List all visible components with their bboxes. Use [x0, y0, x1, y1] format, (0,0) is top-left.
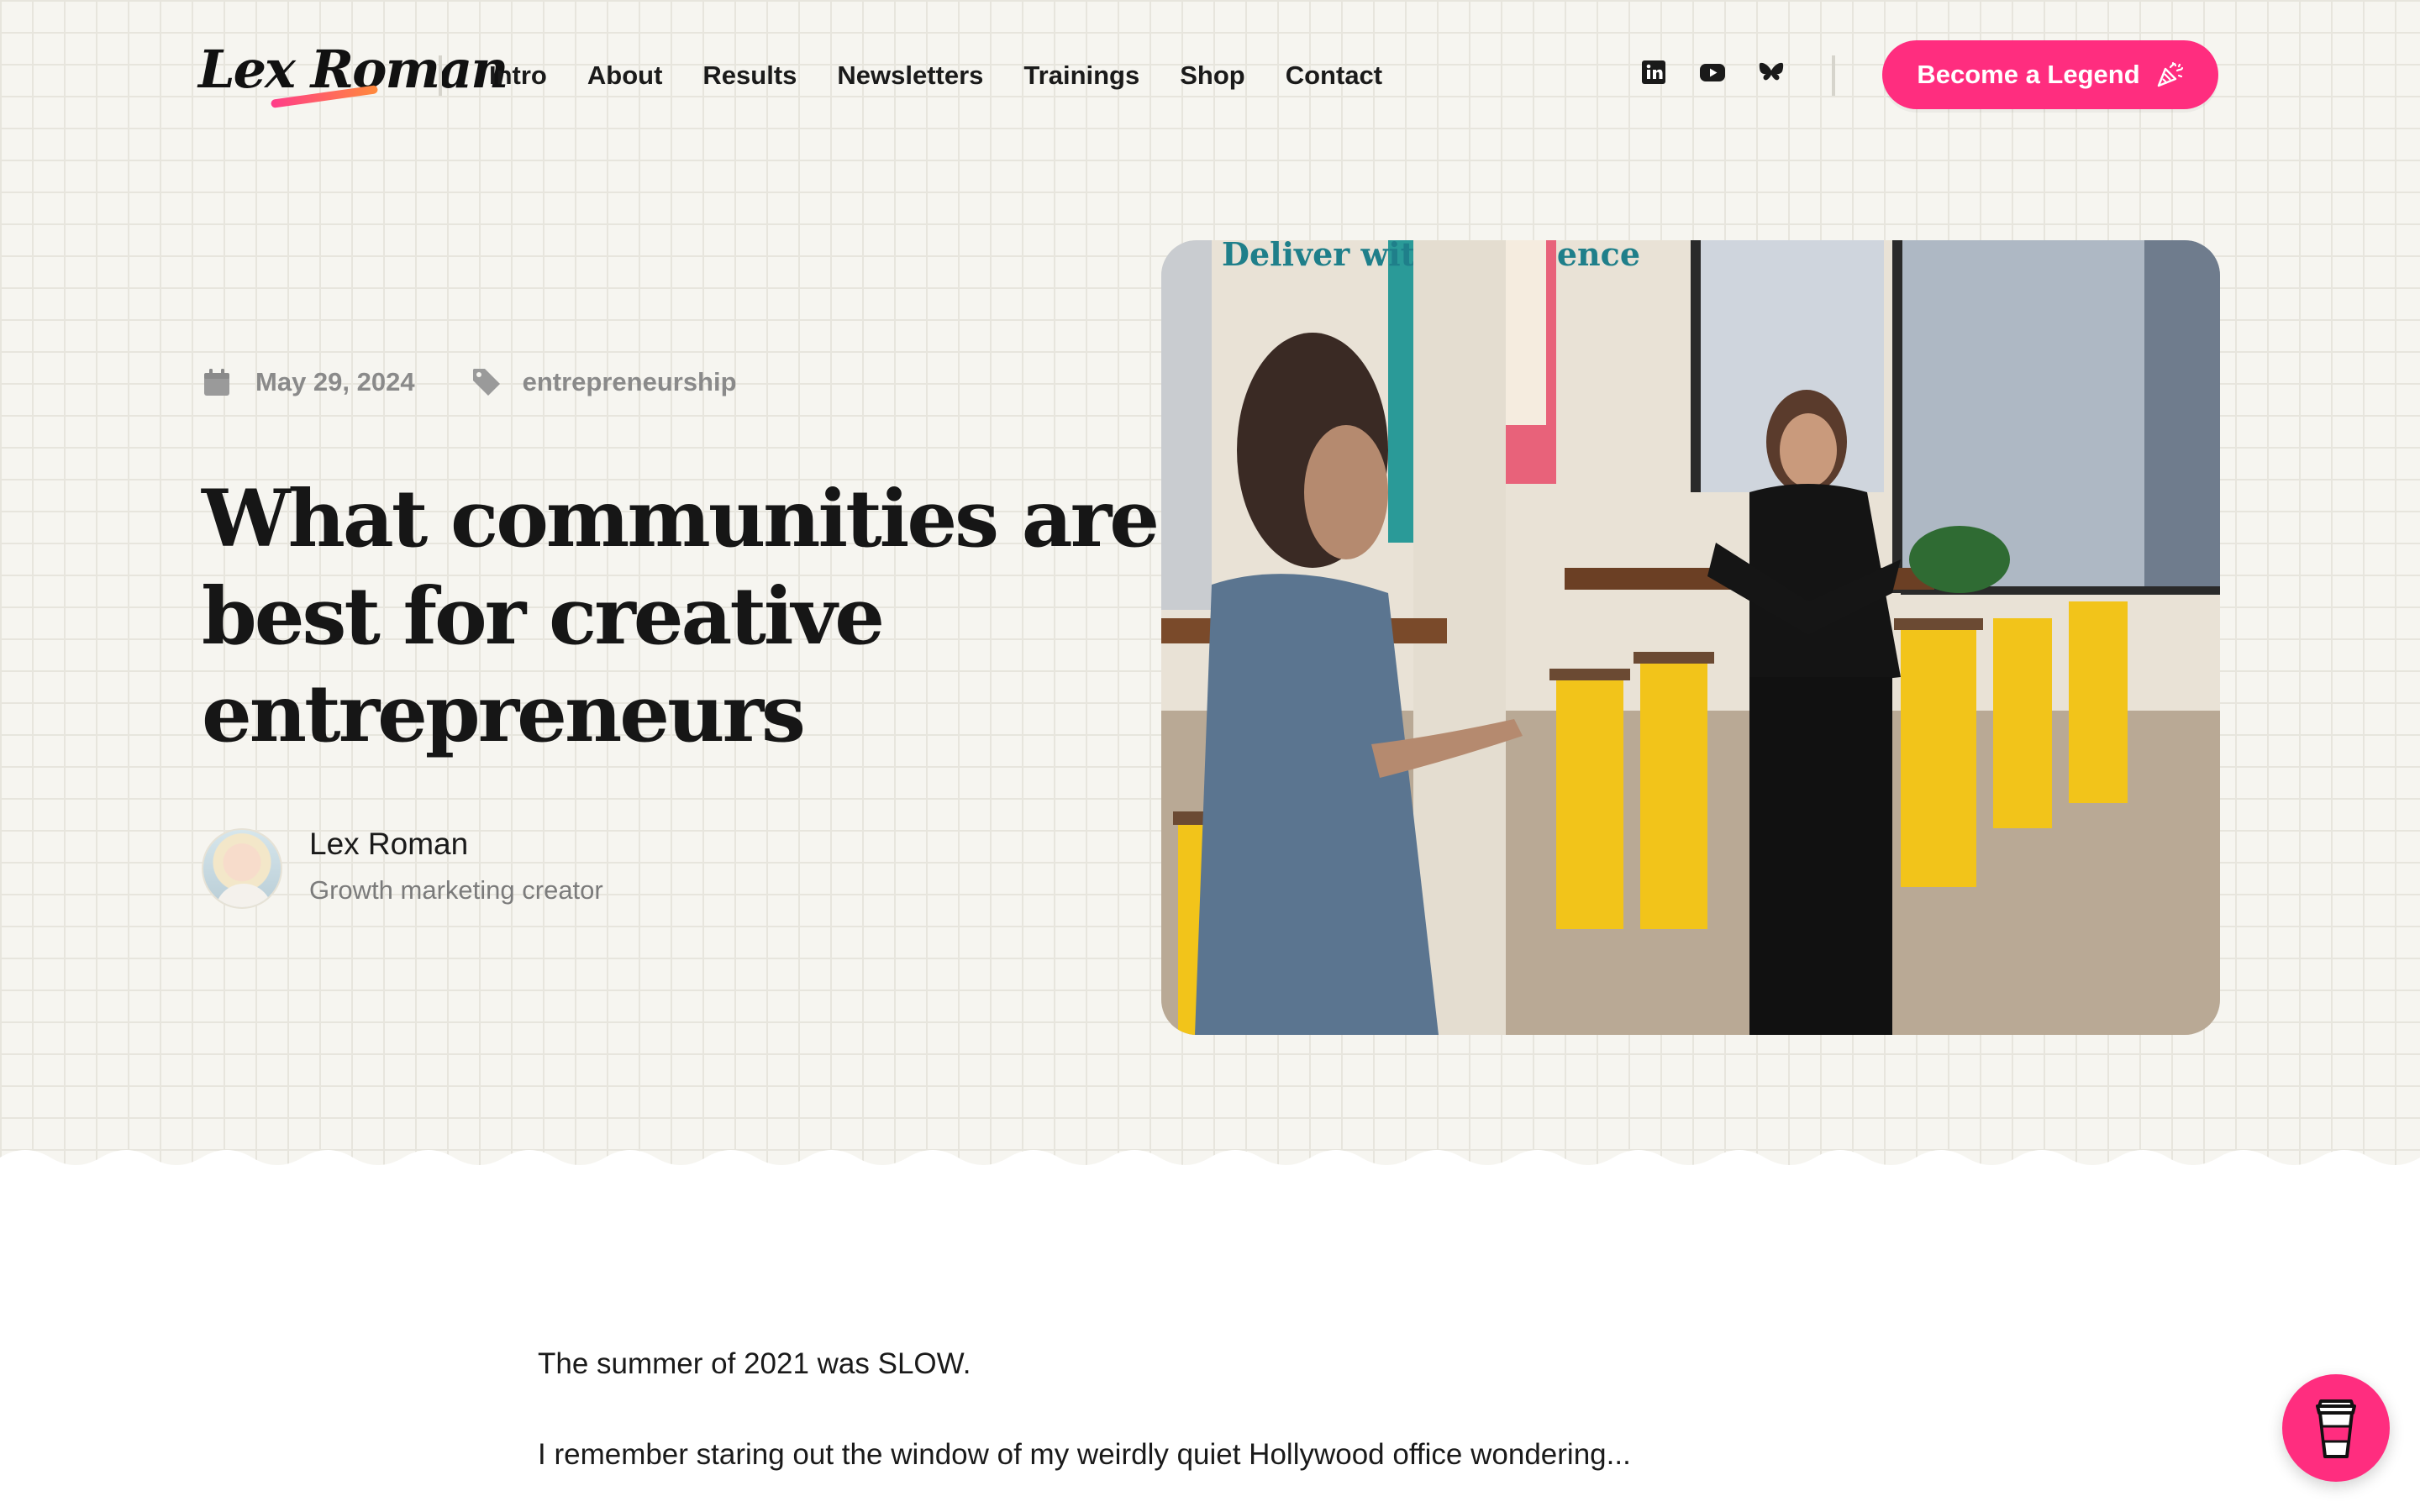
site-logo[interactable]: Lex Roman: [198, 34, 508, 114]
body-paragraph: The summer of 2021 was SLOW.: [538, 1347, 971, 1380]
main-nav: Intro About Results Newsletters Training…: [489, 57, 1382, 94]
nav-contact[interactable]: Contact: [1286, 60, 1382, 91]
post-date: May 29, 2024: [255, 367, 415, 396]
nav-intro[interactable]: Intro: [489, 60, 547, 91]
cta-label: Become a Legend: [1917, 60, 2140, 89]
hero-photo: Deliver with Excellence: [1161, 240, 2220, 1035]
post-title: What communities are best for creative e…: [202, 473, 1160, 760]
butterfly-icon[interactable]: [1758, 59, 1785, 86]
header-divider: [439, 55, 442, 96]
site-header: Lex Roman Intro About Results Newsletter…: [0, 0, 2420, 150]
social-links: [1640, 59, 1785, 86]
nav-about[interactable]: About: [587, 60, 663, 91]
wave-divider: [0, 1150, 2420, 1193]
author-avatar: [202, 828, 282, 909]
calendar-icon: [204, 369, 229, 396]
become-a-legend-button[interactable]: Become a Legend: [1882, 40, 2218, 109]
nav-results[interactable]: Results: [702, 60, 797, 91]
post-meta: May 29, 2024 entrepreneurship: [203, 366, 737, 398]
body-paragraph: I remember staring out the window of my …: [538, 1438, 1631, 1471]
office-photo-illustration: Deliver with Excellence: [1161, 240, 2220, 1035]
nav-trainings[interactable]: Trainings: [1023, 60, 1139, 91]
tag-icon: [472, 369, 500, 396]
author-role: Growth marketing creator: [309, 875, 603, 905]
nav-newsletters[interactable]: Newsletters: [837, 60, 983, 91]
header-divider: [1832, 55, 1835, 96]
linkedin-icon[interactable]: [1640, 59, 1667, 86]
nav-shop[interactable]: Shop: [1180, 60, 1245, 91]
coffee-support-button[interactable]: [2282, 1374, 2390, 1482]
youtube-icon[interactable]: [1699, 59, 1726, 86]
author-name: Lex Roman: [309, 827, 469, 861]
post-tag-link[interactable]: entrepreneurship: [523, 367, 737, 397]
coffee-cup-icon: [2316, 1399, 2356, 1458]
party-popper-icon: [2157, 61, 2183, 87]
